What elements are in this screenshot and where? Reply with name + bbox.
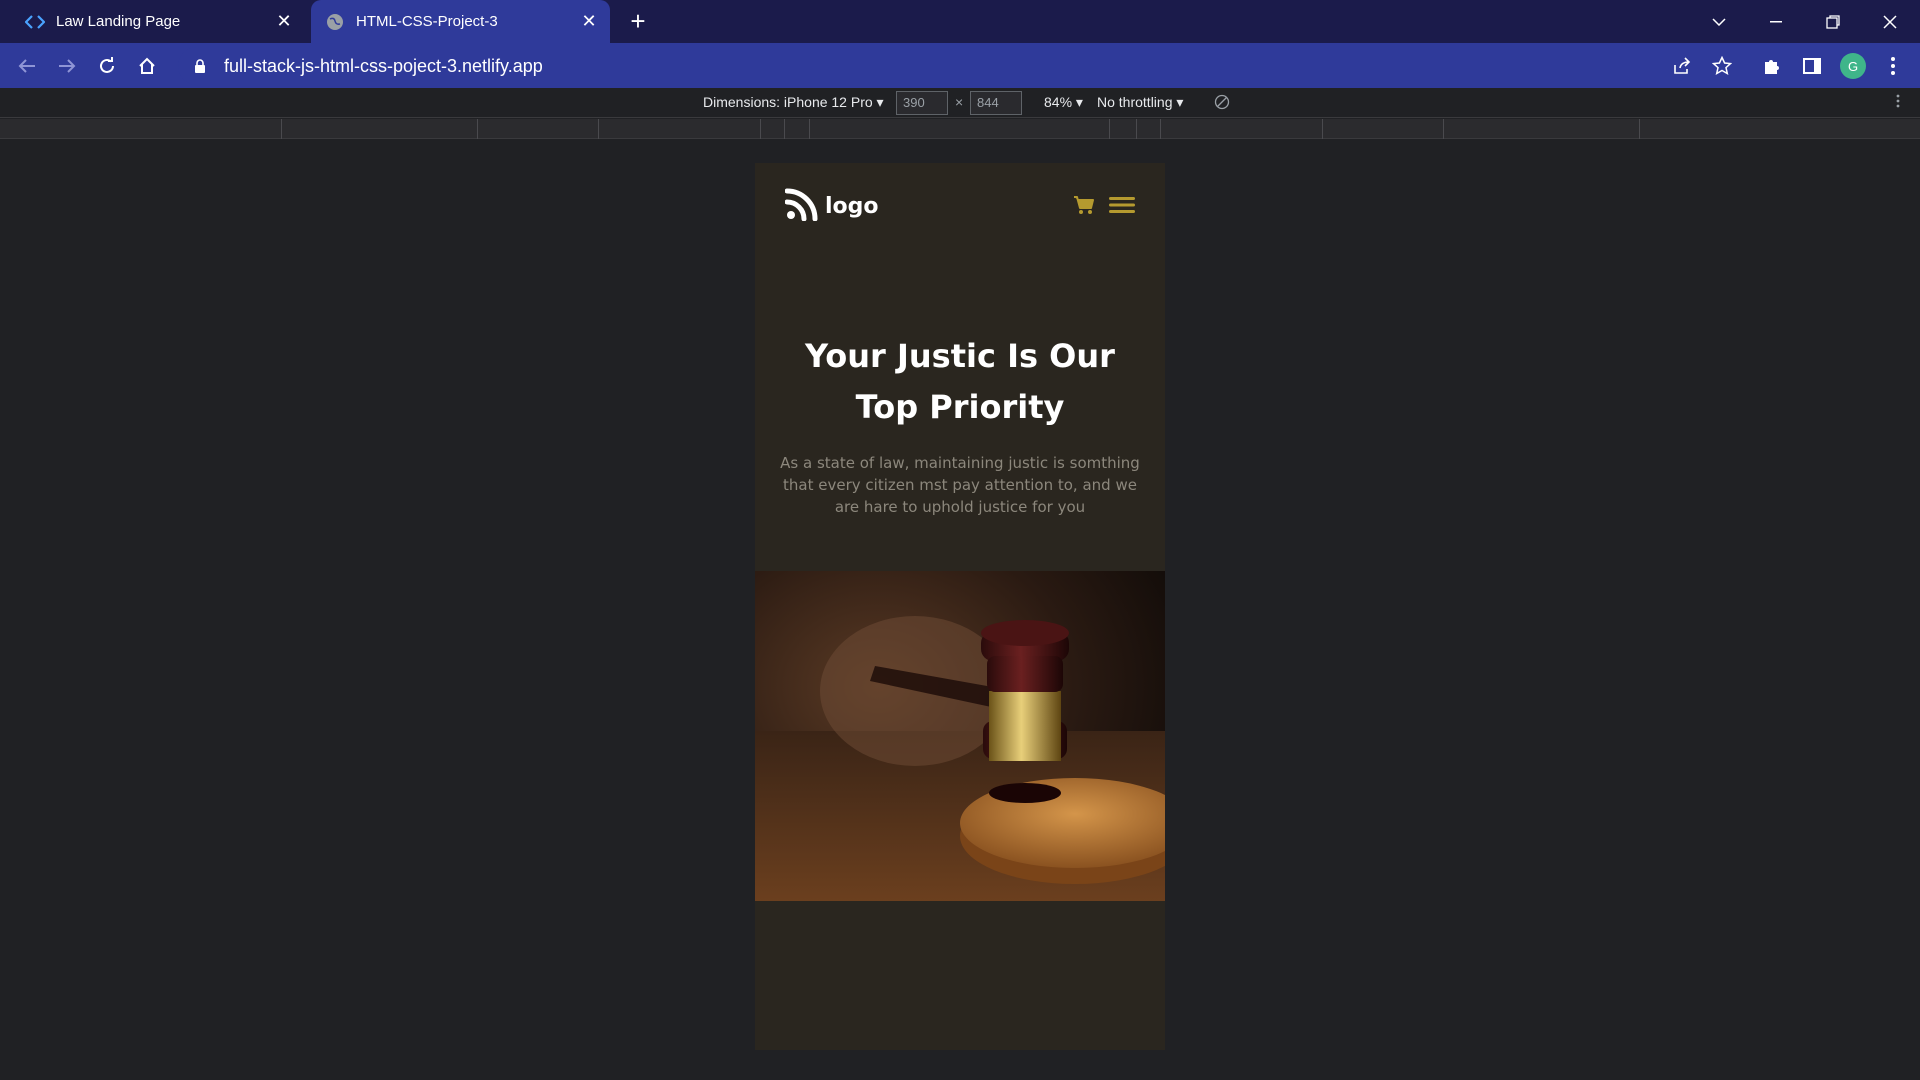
gavel-image [755,571,1165,901]
zoom-select[interactable]: 84% ▾ [1044,94,1083,111]
restore-button[interactable] [1805,0,1861,43]
logo-text: logo [825,194,879,219]
close-icon[interactable]: ✕ [273,11,295,33]
extensions-puzzle-icon[interactable] [1756,50,1788,82]
ruler-divider[interactable] [760,119,761,139]
device-dimensions-label: Dimensions: iPhone 12 Pro [703,94,873,110]
home-button[interactable] [131,50,163,82]
throttling-label: No throttling [1097,94,1173,110]
ruler-divider[interactable] [784,119,785,139]
ruler-divider[interactable] [1109,119,1110,139]
tab-title: HTML-CSS-Project-3 [356,13,498,30]
close-icon[interactable]: ✕ [578,11,600,33]
back-button[interactable] [11,50,43,82]
tab-search-chevron-icon[interactable] [1691,0,1747,43]
ruler-divider[interactable] [1443,119,1444,139]
dropdown-arrow-icon: ▾ [876,94,884,110]
dropdown-arrow-icon: ▾ [1176,94,1184,110]
browser-menu-icon[interactable] [1877,50,1909,82]
ruler-divider[interactable] [477,119,478,139]
hamburger-menu-icon[interactable] [1109,196,1135,219]
browser-toolbar: full-stack-js-html-css-poject-3.netlify.… [0,43,1920,88]
tab-html-css-project-3[interactable]: HTML-CSS-Project-3 ✕ [311,0,610,43]
ruler-divider[interactable] [1136,119,1137,139]
rotate-icon[interactable] [1214,94,1230,113]
tab-strip: Law Landing Page ✕ HTML-CSS-Project-3 ✕ … [0,0,1920,43]
minimize-button[interactable] [1748,0,1804,43]
width-input[interactable]: 390 [896,91,948,115]
ruler-divider[interactable] [809,119,810,139]
zoom-label: 84% [1044,94,1073,110]
forward-button[interactable] [51,50,83,82]
address-bar[interactable]: full-stack-js-html-css-poject-3.netlify.… [178,47,1688,85]
code-icon [24,11,46,33]
device-toolbar-menu-icon[interactable] [1896,94,1900,111]
ruler-divider[interactable] [1322,119,1323,139]
reload-button[interactable] [91,50,123,82]
url-text: full-stack-js-html-css-poject-3.netlify.… [224,55,543,76]
site-header-actions [1073,195,1135,220]
dropdown-arrow-icon: ▾ [1075,94,1083,110]
tab-law-landing-page[interactable]: Law Landing Page ✕ [0,0,305,43]
close-window-button[interactable] [1862,0,1918,43]
ruler-divider[interactable] [1639,119,1640,139]
avatar: G [1840,53,1866,79]
height-input[interactable]: 844 [970,91,1022,115]
hero-description: As a state of law, maintaining justic is… [780,454,1140,516]
side-panel-icon[interactable] [1796,50,1828,82]
cart-icon[interactable] [1073,195,1095,220]
share-icon[interactable] [1666,50,1698,82]
ruler-divider[interactable] [1160,119,1161,139]
site-logo[interactable]: logo [784,187,879,226]
profile-avatar[interactable]: G [1837,50,1869,82]
lock-icon[interactable] [192,58,208,74]
ruler-divider[interactable] [598,119,599,139]
tab-title: Law Landing Page [56,13,181,30]
dimension-separator: × [955,94,964,110]
device-dimensions-select[interactable]: Dimensions: iPhone 12 Pro ▾ [703,94,884,111]
device-viewport: logo Your Justic Is Our Top Priority As … [755,163,1165,1050]
new-tab-button[interactable]: + [624,8,652,36]
media-query-ruler [0,119,1920,139]
bookmark-star-icon[interactable] [1706,50,1738,82]
ruler-divider[interactable] [281,119,282,139]
throttling-select[interactable]: No throttling ▾ [1097,94,1183,111]
globe-icon [324,11,346,33]
rss-logo-icon [784,187,819,226]
hero-title: Your Justic Is Our Top Priority [805,337,1115,426]
device-toolbar: Dimensions: iPhone 12 Pro ▾ 390 × 844 84… [0,88,1920,118]
